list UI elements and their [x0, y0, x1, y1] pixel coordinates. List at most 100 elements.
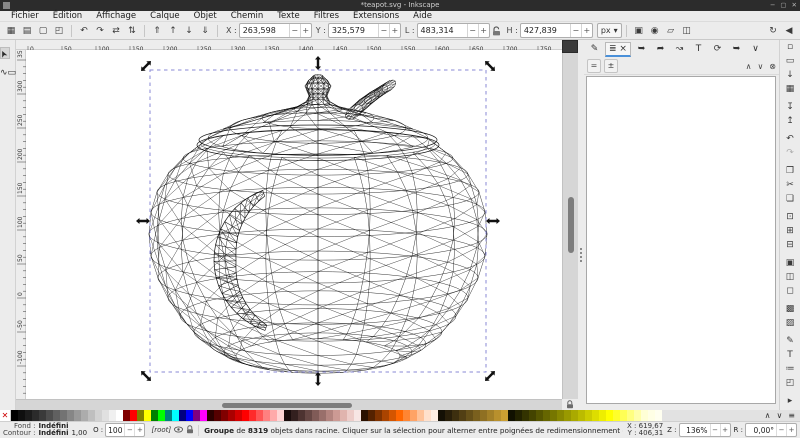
- palette-swatch[interactable]: [634, 410, 641, 421]
- palette-swatch[interactable]: [102, 410, 109, 421]
- height-plus-button[interactable]: +: [581, 24, 592, 37]
- palette-swatch[interactable]: [403, 410, 410, 421]
- dialog-symbols-tab[interactable]: ➥: [728, 42, 745, 57]
- import-icon[interactable]: ↧: [782, 100, 798, 114]
- close-dialog-icon[interactable]: ⊗: [769, 62, 776, 71]
- dialog-export-tab[interactable]: ➦: [652, 42, 669, 57]
- rotation-field[interactable]: 0,00°−+: [745, 423, 797, 437]
- affect-gradient-icon[interactable]: ▱: [664, 24, 678, 38]
- palette-swatch[interactable]: [522, 410, 529, 421]
- expand-commands-icon[interactable]: ▸: [782, 394, 798, 408]
- palette-swatch[interactable]: [606, 410, 613, 421]
- select-all-icon[interactable]: ▦: [4, 24, 18, 38]
- tool-selector[interactable]: ➤: [0, 47, 10, 59]
- palette-swatch[interactable]: [417, 410, 424, 421]
- units-dropdown[interactable]: px▾: [597, 23, 622, 38]
- palette-swatch[interactable]: [473, 410, 480, 421]
- palette-swatch[interactable]: [123, 410, 130, 421]
- palette-swatch[interactable]: [592, 410, 599, 421]
- palette-swatch[interactable]: [361, 410, 368, 421]
- canvas[interactable]: [26, 50, 562, 399]
- minimize-button[interactable]: −: [770, 0, 775, 11]
- palette-swatch[interactable]: [305, 410, 312, 421]
- deselect-icon[interactable]: ▢: [36, 24, 50, 38]
- menu-item-filtres[interactable]: Filtres: [307, 11, 346, 22]
- palette-swatch[interactable]: [466, 410, 473, 421]
- palette-swatch[interactable]: [179, 410, 186, 421]
- dialog-list-area[interactable]: [586, 76, 776, 404]
- layer-name[interactable]: [root]: [151, 426, 171, 434]
- selection-scale-handle[interactable]: [136, 218, 150, 224]
- save-document-icon[interactable]: ↓: [782, 68, 798, 82]
- palette-swatch[interactable]: [585, 410, 592, 421]
- selection-scale-handle[interactable]: [139, 369, 153, 383]
- ungroup-icon[interactable]: ▨: [782, 316, 798, 330]
- palette-swatch[interactable]: [249, 410, 256, 421]
- no-color-swatch[interactable]: ✕: [0, 410, 11, 421]
- palette-swatch[interactable]: [165, 410, 172, 421]
- palette-swatch[interactable]: [18, 410, 25, 421]
- palette-swatch[interactable]: [200, 410, 207, 421]
- palette-swatch[interactable]: [375, 410, 382, 421]
- active-dialog-tab[interactable]: ≣ ×: [605, 42, 631, 57]
- toggle-selection-box-icon[interactable]: ◰: [52, 24, 66, 38]
- zoom-selection-icon[interactable]: ⊡: [782, 210, 798, 224]
- palette-scroll-down-icon[interactable]: ∨: [776, 411, 782, 420]
- maximize-button[interactable]: ▢: [780, 0, 786, 11]
- palette-swatch[interactable]: [186, 410, 193, 421]
- selection-scale-handle[interactable]: [139, 59, 153, 73]
- lock-icon[interactable]: [186, 425, 194, 436]
- palette-swatch[interactable]: [382, 410, 389, 421]
- dialog-edit-tab[interactable]: ✎: [586, 42, 603, 57]
- palette-swatch[interactable]: [627, 410, 634, 421]
- horizontal-scrollbar[interactable]: [16, 399, 562, 410]
- snap-options-icon[interactable]: ↻: [766, 24, 780, 38]
- palette-swatch[interactable]: [235, 410, 242, 421]
- palette-swatch[interactable]: [389, 410, 396, 421]
- palette-swatch[interactable]: [39, 410, 46, 421]
- dialog-text-tab[interactable]: T: [690, 42, 707, 57]
- palette-swatch[interactable]: [53, 410, 60, 421]
- affect-stroke-icon[interactable]: ▣: [632, 24, 646, 38]
- palette-swatch[interactable]: [578, 410, 585, 421]
- palette-swatch[interactable]: [480, 410, 487, 421]
- palette-swatch[interactable]: [655, 410, 662, 421]
- lock-ratio-icon[interactable]: [492, 21, 501, 40]
- width-minus-button[interactable]: −: [467, 24, 478, 37]
- palette-swatch[interactable]: [648, 410, 655, 421]
- height-minus-button[interactable]: −: [570, 24, 581, 37]
- palette-swatch[interactable]: [60, 410, 67, 421]
- copy-icon[interactable]: ❐: [782, 164, 798, 178]
- blend-mode-button[interactable]: =: [587, 59, 601, 73]
- lower-to-bottom-icon[interactable]: ⇓: [198, 24, 212, 38]
- palette-swatch[interactable]: [46, 410, 53, 421]
- palette-swatch[interactable]: [431, 410, 438, 421]
- raise-to-top-icon[interactable]: ⇑: [150, 24, 164, 38]
- eye-icon[interactable]: [174, 426, 183, 435]
- palette-swatch[interactable]: [95, 410, 102, 421]
- palette-swatch[interactable]: [494, 410, 501, 421]
- close-button[interactable]: ✕: [792, 0, 797, 11]
- palette-swatch[interactable]: [291, 410, 298, 421]
- menu-item-fichier[interactable]: Fichier: [4, 11, 46, 22]
- rotation-plus-button[interactable]: +: [786, 424, 796, 436]
- selection-scale-handle[interactable]: [483, 369, 497, 383]
- menu-item-calque[interactable]: Calque: [143, 11, 187, 22]
- palette-swatch[interactable]: [221, 410, 228, 421]
- palette-swatch[interactable]: [144, 410, 151, 421]
- zoom-page-icon[interactable]: ⊟: [782, 238, 798, 252]
- palette-swatch[interactable]: [508, 410, 515, 421]
- opacity-minus-button[interactable]: −: [124, 424, 134, 436]
- selection-scale-handle[interactable]: [315, 372, 321, 386]
- tool-node-editor[interactable]: ∿: [0, 68, 8, 78]
- zoom-field[interactable]: 136%−+: [679, 423, 731, 437]
- palette-swatch[interactable]: [67, 410, 74, 421]
- zoom-drawing-icon[interactable]: ⊞: [782, 224, 798, 238]
- xml-editor-icon[interactable]: ◰: [782, 376, 798, 390]
- text-dialog-icon[interactable]: T: [782, 348, 798, 362]
- clone-icon[interactable]: ◫: [782, 270, 798, 284]
- palette-swatch[interactable]: [438, 410, 445, 421]
- export-icon[interactable]: ↥: [782, 114, 798, 128]
- palette-swatch[interactable]: [557, 410, 564, 421]
- flip-horizontal-icon[interactable]: ⇄: [109, 24, 123, 38]
